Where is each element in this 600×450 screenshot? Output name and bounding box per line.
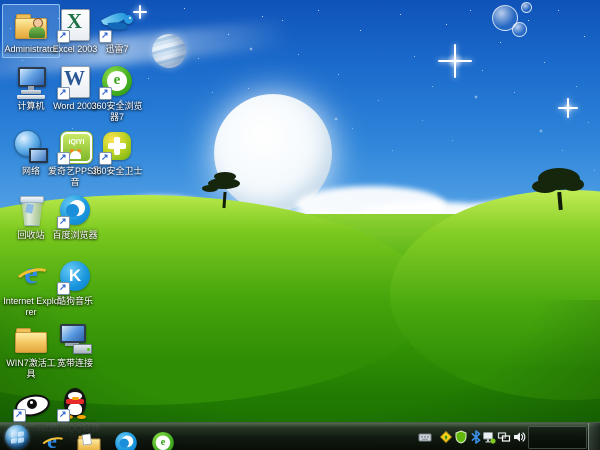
kugou-music-icon: K bbox=[57, 259, 93, 295]
xunlei-7-icon bbox=[99, 7, 135, 43]
desktop-icon-baidu-browser[interactable]: 百度浏览器 bbox=[46, 190, 104, 244]
baidu-browser-icon bbox=[113, 431, 139, 450]
desktop-icon-label: 宽带连接 bbox=[47, 358, 103, 369]
windows-desktop: Administrator计算机网络回收站eInternet ExplorerW… bbox=[0, 0, 600, 450]
tray-security-shield-icon[interactable] bbox=[454, 430, 468, 444]
360-safe-browser-icon: e bbox=[150, 431, 176, 450]
desktop-icon-360-safe-browser-7[interactable]: e360安全浏览器7 bbox=[88, 61, 146, 127]
show-desktop-button[interactable] bbox=[588, 423, 600, 450]
win7-activation-tool-icon bbox=[13, 321, 49, 357]
internet-explorer-icon: e bbox=[13, 259, 49, 295]
tree-large bbox=[532, 164, 586, 212]
tray-bluetooth-icon[interactable] bbox=[469, 430, 483, 444]
desktop-icon-label: 迅雷7 bbox=[89, 44, 145, 55]
desktop-icon-label: 360安全浏览器7 bbox=[89, 101, 145, 124]
shortcut-arrow-icon bbox=[99, 87, 112, 100]
clock[interactable] bbox=[528, 426, 587, 449]
sky-bubble bbox=[512, 22, 527, 37]
shortcut-arrow-icon bbox=[57, 409, 70, 422]
desktop-icon-broadband-connection[interactable]: 宽带连接 bbox=[46, 318, 104, 372]
system-tray bbox=[418, 423, 528, 450]
taskbar: ee bbox=[0, 422, 600, 450]
360-safe-guard-icon bbox=[99, 129, 135, 165]
shortcut-arrow-icon bbox=[57, 87, 70, 100]
taskbar-button-internet-explorer[interactable]: e bbox=[34, 424, 69, 450]
tencent-qq-light-icon bbox=[57, 386, 93, 422]
desktop-icon-label: 360安全卫士 bbox=[89, 166, 145, 177]
shortcut-arrow-icon bbox=[99, 30, 112, 43]
taskbar-button-baidu-browser[interactable] bbox=[108, 424, 143, 450]
shortcut-arrow-icon bbox=[57, 282, 70, 295]
windows-explorer-icon bbox=[76, 431, 102, 450]
tray-input-method-icon[interactable] bbox=[418, 430, 432, 444]
tray-display-switch-icon[interactable] bbox=[497, 430, 511, 444]
star-sparkle-small bbox=[558, 98, 578, 118]
tray-360-antivirus-icon[interactable] bbox=[439, 430, 453, 444]
shortcut-arrow-icon bbox=[99, 152, 112, 165]
recycle-bin-icon bbox=[13, 193, 49, 229]
shortcut-arrow-icon bbox=[57, 216, 70, 229]
tree-small bbox=[202, 170, 248, 210]
computer-icon bbox=[13, 64, 49, 100]
360-safe-browser-7-icon: e bbox=[99, 64, 135, 100]
shortcut-arrow-icon bbox=[57, 30, 70, 43]
taskbar-button-windows-explorer[interactable] bbox=[71, 424, 106, 450]
windows-flag-icon bbox=[11, 431, 24, 443]
broadband-connection-icon bbox=[57, 321, 93, 357]
tray-volume-icon[interactable] bbox=[512, 430, 526, 444]
desktop-icon-label: 酷狗音乐 bbox=[47, 296, 103, 307]
start-button[interactable] bbox=[5, 425, 29, 449]
desktop-icon-360-safe-guard[interactable]: 360安全卫士 bbox=[88, 126, 146, 180]
baidu-browser-icon bbox=[57, 193, 93, 229]
desktop-icon-label: 百度浏览器 bbox=[47, 230, 103, 241]
desktop-icon-kugou-music[interactable]: K酷狗音乐 bbox=[46, 256, 104, 310]
network-icon bbox=[13, 129, 49, 165]
tray-network-status-icon[interactable] bbox=[482, 430, 496, 444]
sky-bubble bbox=[521, 2, 532, 13]
shortcut-arrow-icon bbox=[13, 409, 26, 422]
internet-explorer-icon: e bbox=[39, 431, 65, 450]
star-sparkle-large bbox=[438, 44, 472, 78]
desktop-icon-xunlei-7[interactable]: 迅雷7 bbox=[88, 4, 146, 58]
administrator-icon bbox=[13, 7, 49, 43]
star-field-bright bbox=[0, 0, 2, 2]
shortcut-arrow-icon bbox=[57, 152, 70, 165]
acdsee5-icon bbox=[13, 386, 49, 422]
taskbar-button-360-safe-browser[interactable]: e bbox=[145, 424, 180, 450]
